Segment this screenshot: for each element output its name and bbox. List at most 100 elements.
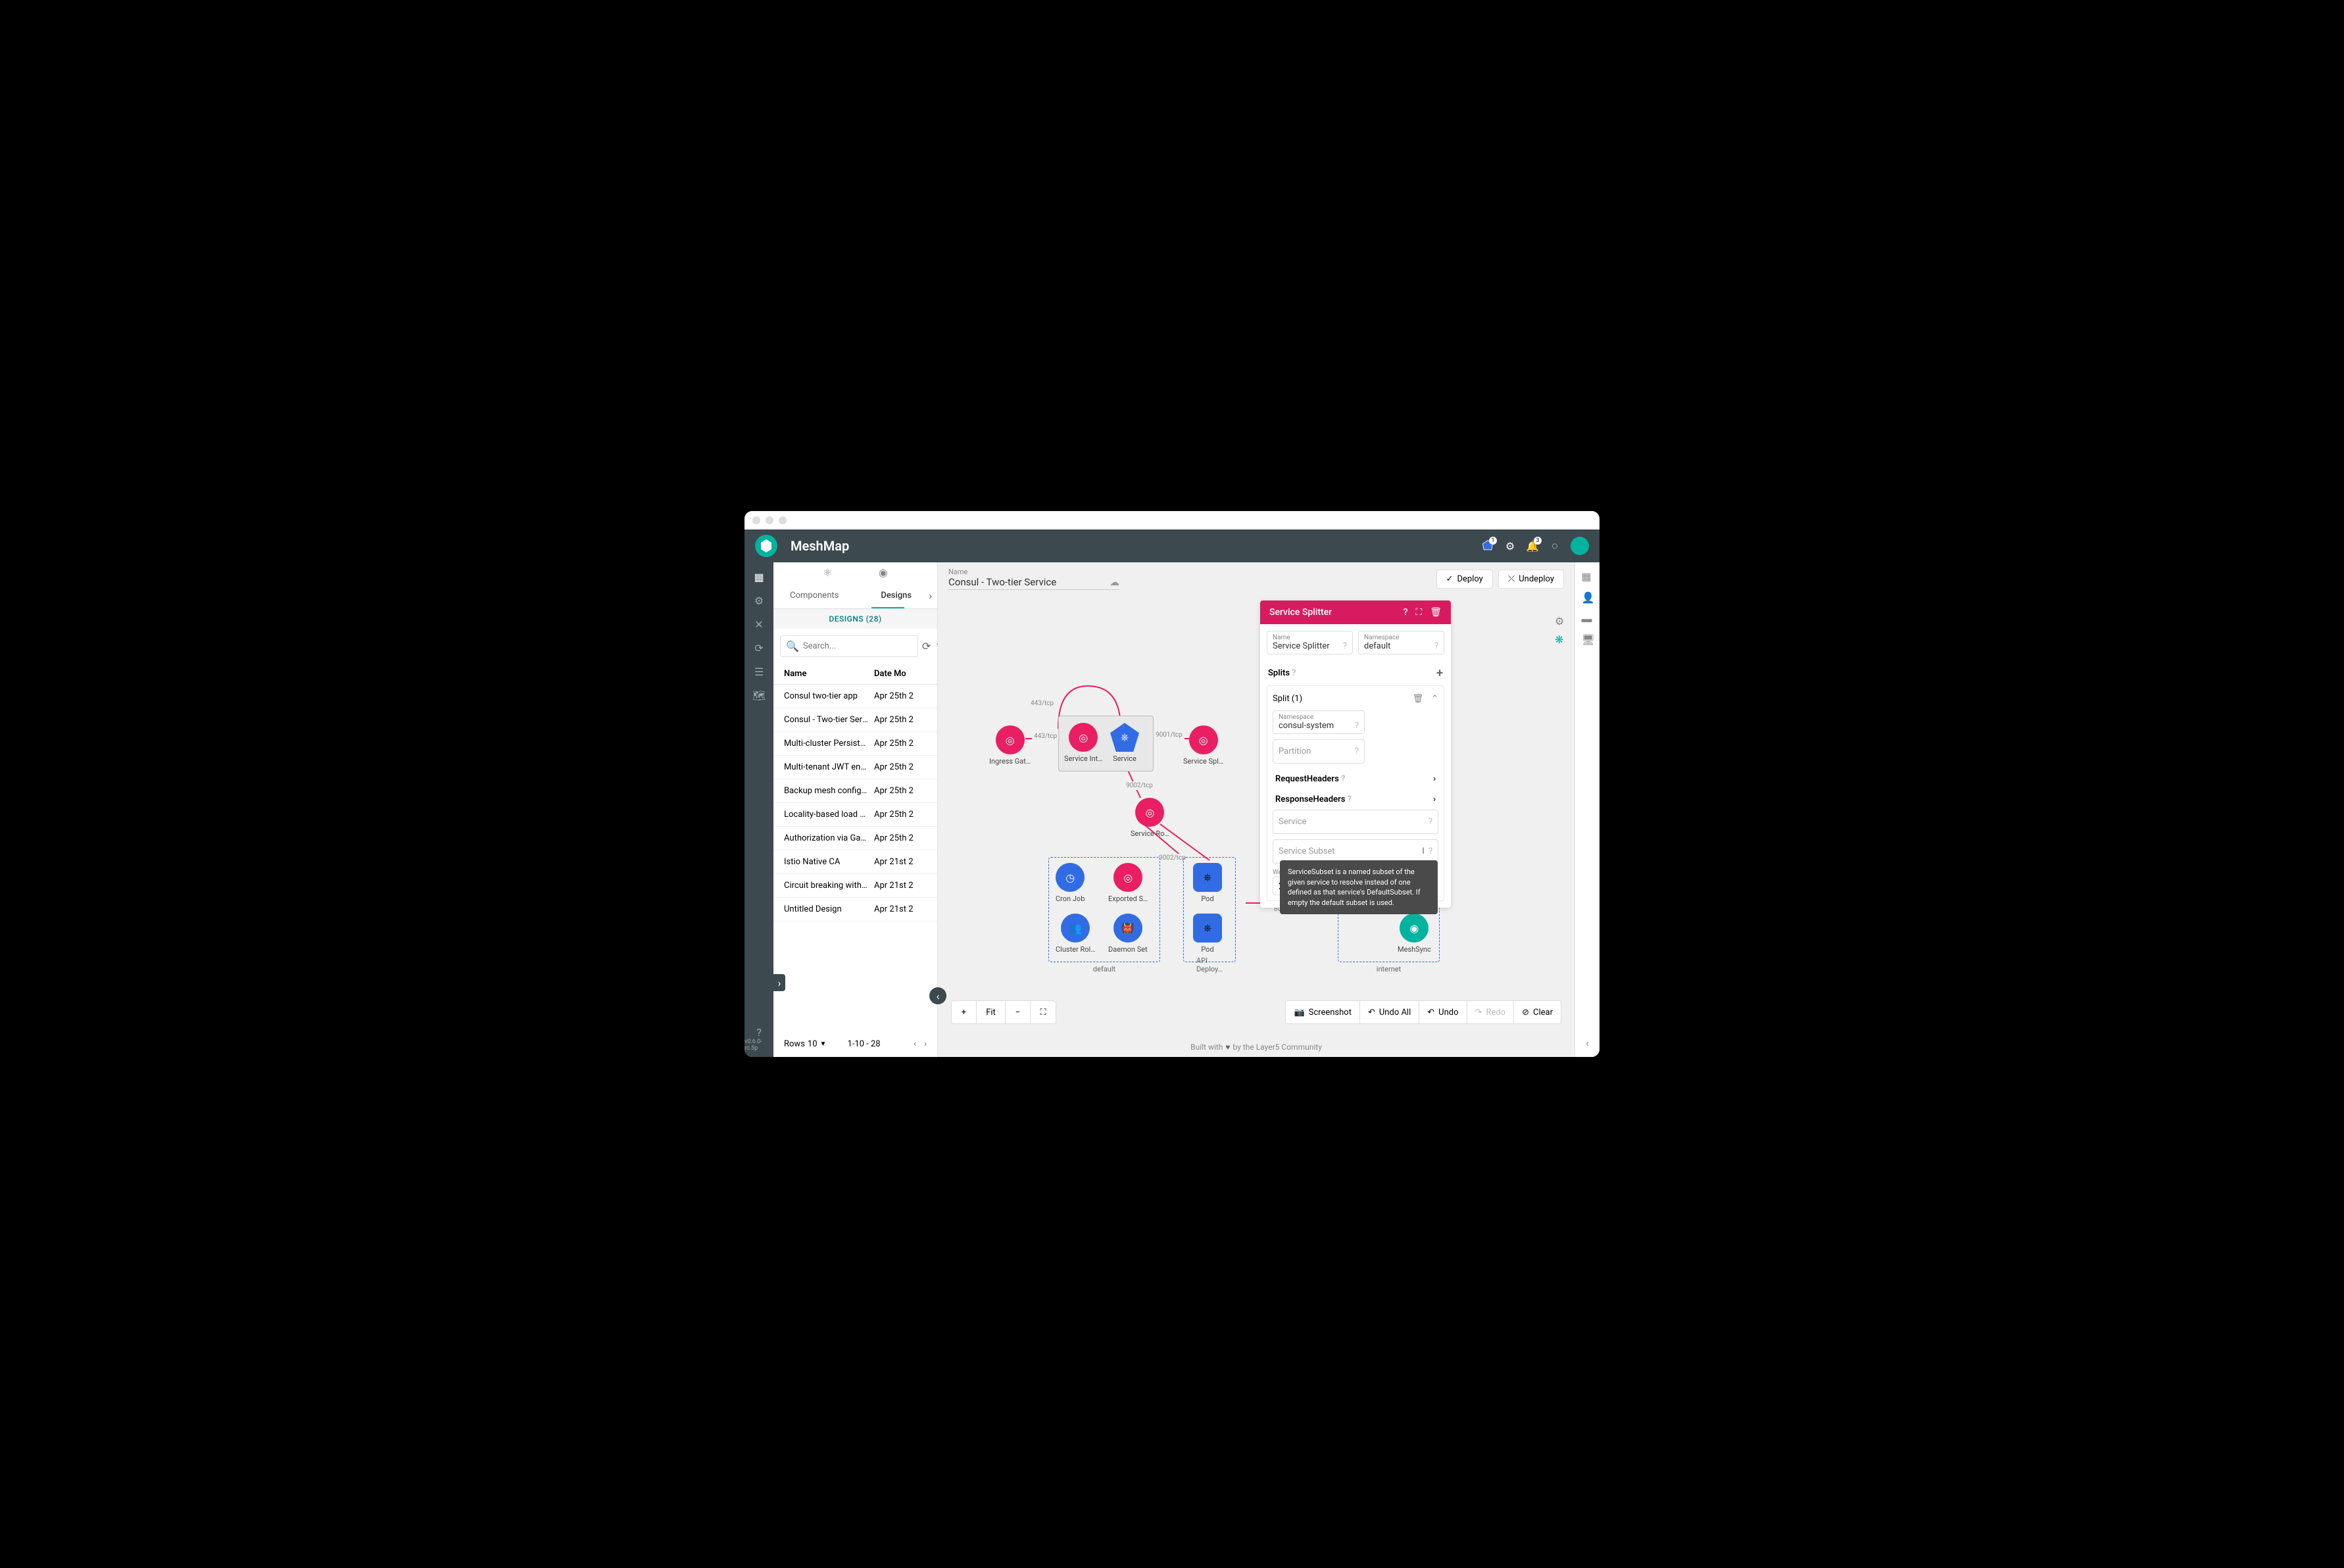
- node-service-splitter[interactable]: ◎Service Spl…: [1183, 725, 1223, 766]
- panel-title: Service Splitter: [1269, 607, 1332, 618]
- design-row[interactable]: Circuit breaking with NGINX …Apr 21st 2: [773, 874, 937, 898]
- chart-icon[interactable]: ▬: [1582, 612, 1594, 624]
- design-name-value[interactable]: Consul - Two-tier Service: [948, 576, 1056, 588]
- undo-button[interactable]: ↶Undo: [1419, 1001, 1467, 1023]
- text-cursor-icon: I: [1422, 846, 1425, 856]
- nav-filter-icon[interactable]: ☰: [752, 665, 766, 678]
- app-logo[interactable]: [755, 535, 777, 557]
- right-toolbar: ▦ 👤 ▬ 🖥 ⚙ ❋ ‹: [1575, 562, 1599, 1057]
- nav-help-icon[interactable]: ?: [752, 1025, 766, 1039]
- user-icon[interactable]: 👤: [1582, 591, 1594, 603]
- fullscreen-button[interactable]: ⛶: [1031, 1001, 1056, 1023]
- delete-icon[interactable]: 🗑: [1413, 694, 1424, 704]
- panel-namespace-input[interactable]: default: [1364, 641, 1390, 651]
- search-input[interactable]: [803, 641, 912, 651]
- design-row[interactable]: Consul two-tier appApr 25th 2: [773, 685, 937, 708]
- node-service-router[interactable]: ◎Service Ro…: [1131, 798, 1169, 838]
- help-icon[interactable]: ?: [1343, 641, 1347, 651]
- redo-button[interactable]: ↷Redo: [1467, 1001, 1515, 1023]
- design-row[interactable]: Untitled DesignApr 21st 2: [773, 898, 937, 921]
- notif-badge: 3: [1534, 537, 1542, 545]
- design-row[interactable]: Authorization via Gateway - …Apr 25th 2: [773, 827, 937, 850]
- node-cronjob[interactable]: ◷Cron Job: [1056, 863, 1085, 903]
- screenshot-button[interactable]: 📷Screenshot: [1286, 1001, 1360, 1023]
- panel-expand-icon[interactable]: ⛶: [1415, 607, 1422, 618]
- chevron-right-icon[interactable]: ›: [929, 589, 932, 602]
- monitor-icon[interactable]: 🖥: [1582, 633, 1594, 645]
- node-ingress[interactable]: ◎Ingress Gat…: [989, 725, 1031, 766]
- design-row[interactable]: Istio Native CAApr 21st 2: [773, 850, 937, 874]
- undo-all-button[interactable]: ↶Undo All: [1360, 1001, 1419, 1023]
- notification-icon[interactable]: 🔔3: [1526, 539, 1539, 552]
- deploy-button[interactable]: ✓Deploy: [1436, 570, 1493, 589]
- expand-rightbar-icon[interactable]: ‹: [1586, 1037, 1589, 1049]
- cloud-icon[interactable]: ☁: [1110, 576, 1119, 588]
- service-input[interactable]: Service: [1279, 817, 1306, 827]
- node-service-int[interactable]: ◎Service Int…: [1064, 723, 1103, 763]
- clear-button[interactable]: ⊘Clear: [1514, 1001, 1561, 1023]
- mesh-icon[interactable]: ❋: [1555, 633, 1567, 645]
- grid-icon[interactable]: ▦: [1582, 570, 1594, 582]
- design-row[interactable]: Consul - Two-tier ServiceApr 25th 2: [773, 708, 937, 732]
- fit-button[interactable]: Fit: [977, 1001, 1006, 1023]
- node-exported[interactable]: ◎Exported S…: [1108, 863, 1148, 903]
- zoom-out-button[interactable]: −: [1006, 1001, 1031, 1023]
- chevron-up-icon[interactable]: ⌃: [1431, 694, 1438, 704]
- gear-icon[interactable]: ⚙: [1555, 615, 1567, 627]
- help-icon[interactable]: ?: [1434, 641, 1438, 651]
- chevron-right-icon[interactable]: ›: [1433, 774, 1436, 784]
- nav-settings-icon[interactable]: ⚙: [752, 594, 766, 607]
- help-icon[interactable]: ?: [1355, 747, 1359, 756]
- design-row[interactable]: Locality-based load balancin…Apr 25th 2: [773, 803, 937, 827]
- traffic-light[interactable]: [766, 516, 773, 524]
- node-service[interactable]: ⎈Service: [1110, 723, 1139, 763]
- search-input-wrapper[interactable]: 🔍: [780, 635, 918, 657]
- partition-input[interactable]: Partition: [1279, 747, 1311, 756]
- nav-dashboard-icon[interactable]: ▦: [752, 570, 766, 583]
- traffic-light[interactable]: [752, 516, 760, 524]
- node-daemonset[interactable]: 👹Daemon Set: [1108, 914, 1148, 954]
- next-page-icon[interactable]: ›: [924, 1039, 927, 1049]
- design-row[interactable]: Backup mesh configurationApr 25th 2: [773, 779, 937, 803]
- tab-components[interactable]: Components: [773, 588, 856, 603]
- kubernetes-icon[interactable]: 1: [1481, 539, 1494, 552]
- split-namespace-input[interactable]: consul-system: [1279, 721, 1334, 731]
- node-pod[interactable]: ⎈Pod: [1193, 914, 1222, 954]
- settings-icon[interactable]: ⚙: [1503, 539, 1517, 552]
- undeploy-button[interactable]: ⤫Undeploy: [1498, 570, 1564, 589]
- chevron-right-icon[interactable]: ›: [1433, 795, 1436, 804]
- prev-page-icon[interactable]: ‹: [914, 1039, 916, 1049]
- node-cluster-role[interactable]: 👥Cluster Rol…: [1056, 914, 1096, 954]
- nav-map-icon[interactable]: 🗺: [752, 689, 766, 702]
- help-icon[interactable]: ?: [1428, 817, 1432, 827]
- help-icon[interactable]: ?: [1355, 721, 1359, 731]
- add-split-icon[interactable]: +: [1436, 666, 1443, 680]
- nav-tools-icon[interactable]: ✕: [752, 618, 766, 631]
- expand-nav-icon[interactable]: ›: [773, 974, 785, 991]
- panel-help-icon[interactable]: ?: [1404, 607, 1408, 618]
- service-subset-input[interactable]: Service Subset: [1279, 846, 1335, 856]
- help-icon[interactable]: ?: [1428, 846, 1432, 856]
- design-canvas[interactable]: 443/tcp 443/tcp 9001/tcp 9002/tcp 9002/t…: [943, 600, 1569, 1032]
- activity-icon[interactable]: ◌: [1548, 539, 1561, 552]
- nav-perf-icon[interactable]: ⟳: [752, 641, 766, 654]
- zoom-in-button[interactable]: +: [952, 1001, 977, 1023]
- tab-designs[interactable]: Designs: [856, 588, 938, 603]
- column-date-header[interactable]: Date Mo: [874, 669, 927, 679]
- help-icon[interactable]: ?: [1341, 774, 1345, 784]
- node-meshsync[interactable]: ◉MeshSync: [1398, 914, 1431, 954]
- node-pod[interactable]: ⎈Pod: [1193, 863, 1222, 903]
- help-icon[interactable]: ?: [1348, 795, 1352, 804]
- help-icon[interactable]: ?: [1292, 668, 1296, 678]
- collapse-sidebar-button[interactable]: ‹: [929, 987, 946, 1004]
- refresh-icon[interactable]: ⟳: [922, 637, 931, 656]
- design-row[interactable]: Multi-cluster Persistent Volu…Apr 25th 2: [773, 732, 937, 756]
- chevron-down-icon[interactable]: ▼: [820, 1041, 827, 1048]
- design-row[interactable]: Multi-tenant JWT enforcementApr 25th 2: [773, 756, 937, 779]
- rows-value[interactable]: 10: [808, 1039, 818, 1049]
- avatar-icon[interactable]: [1571, 537, 1589, 555]
- panel-close-icon[interactable]: 🗑: [1430, 607, 1442, 618]
- traffic-light[interactable]: [779, 516, 787, 524]
- column-name-header[interactable]: Name: [784, 669, 874, 679]
- panel-name-input[interactable]: Service Splitter: [1273, 641, 1330, 651]
